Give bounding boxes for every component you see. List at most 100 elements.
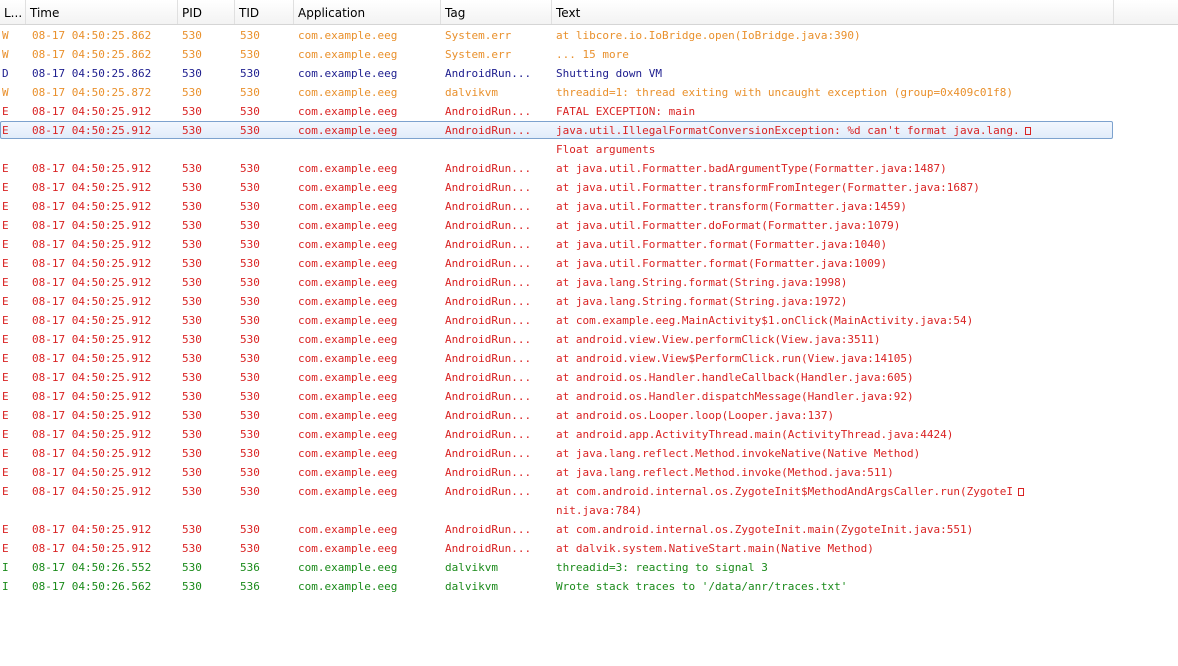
column-header-time[interactable]: Time [26, 0, 178, 24]
log-tag: AndroidRun... [445, 121, 550, 140]
log-application-value: com.example.eeg [298, 428, 398, 441]
log-application: com.example.eeg [298, 368, 438, 387]
log-tag-value: AndroidRun... [445, 409, 532, 422]
log-row[interactable]: E 08-17 04:50:25.912 530 530 com.example.eeg… [0, 463, 1178, 482]
log-row[interactable]: E 08-17 04:50:25.912 530 530 com.example.eeg… [0, 482, 1178, 501]
log-tag-value: System.err [445, 48, 512, 61]
log-row[interactable]: W 08-17 04:50:25.872 530 530 com.example.eeg… [0, 83, 1178, 102]
log-text-value: Shutting down VM [556, 67, 662, 80]
log-tag-value: AndroidRun... [445, 162, 532, 175]
log-level-value: E [2, 371, 9, 384]
log-row-selected[interactable]: E 08-17 04:50:25.912 530 530 com.example.eeg… [0, 121, 1178, 140]
log-row[interactable]: E 08-17 04:50:25.912 530 530 com.example.eeg… [0, 102, 1178, 121]
log-row[interactable]: E 08-17 04:50:25.912 530 530 com.example.eeg… [0, 197, 1178, 216]
log-time: 08-17 04:50:26.552 [32, 558, 178, 577]
log-row[interactable]: E 08-17 04:50:25.912 530 530 com.example.eeg… [0, 159, 1178, 178]
log-row[interactable]: E 08-17 04:50:25.912 530 530 com.example.eeg… [0, 349, 1178, 368]
log-time-value: 08-17 04:50:25.912 [32, 295, 152, 308]
log-row[interactable]: E 08-17 04:50:25.912 530 530 com.example.eeg… [0, 273, 1178, 292]
log-row[interactable]: W 08-17 04:50:25.862 530 530 com.example.eeg… [0, 26, 1178, 45]
log-pid: 530 [182, 482, 232, 501]
log-text-value: at libcore.io.IoBridge.open(IoBridge.jav… [556, 29, 861, 42]
log-level-value: E [2, 124, 9, 137]
log-pid-value: 530 [182, 238, 202, 251]
log-level-value: W [2, 29, 9, 42]
log-tid-value: 530 [240, 466, 260, 479]
log-tid: 530 [240, 539, 290, 558]
column-header-tag[interactable]: Tag [441, 0, 552, 24]
log-tid: 530 [240, 387, 290, 406]
log-text-value: java.util.IllegalFormatConversionExcepti… [556, 124, 1020, 137]
log-row[interactable]: I 08-17 04:50:26.562 530 536 com.example.eeg… [0, 577, 1178, 596]
log-row[interactable]: I 08-17 04:50:26.552 530 536 com.example.eeg… [0, 558, 1178, 577]
log-pid: 530 [182, 311, 232, 330]
column-header-level[interactable]: L... [0, 0, 26, 24]
log-row[interactable]: E 08-17 04:50:25.912 530 530 com.example.eeg… [0, 444, 1178, 463]
log-time-value: 08-17 04:50:25.912 [32, 390, 152, 403]
log-text: Float arguments [556, 140, 1076, 159]
log-row-continuation[interactable]: nit.java:784) [0, 501, 1178, 520]
log-tid-value: 530 [240, 162, 260, 175]
log-row-continuation[interactable]: Float arguments [0, 140, 1178, 159]
log-tag: System.err [445, 45, 550, 64]
log-time: 08-17 04:50:25.912 [32, 254, 178, 273]
log-time-value: 08-17 04:50:25.912 [32, 162, 152, 175]
log-row[interactable]: E 08-17 04:50:25.912 530 530 com.example.eeg… [0, 539, 1178, 558]
log-time-value: 08-17 04:50:25.912 [32, 542, 152, 555]
log-tid: 530 [240, 482, 290, 501]
log-row[interactable]: E 08-17 04:50:25.912 530 530 com.example.eeg… [0, 178, 1178, 197]
wrap-indicator-icon [1017, 488, 1024, 496]
column-header-pid[interactable]: PID [178, 0, 235, 24]
column-header-tid[interactable]: TID [235, 0, 294, 24]
column-header-text[interactable]: Text [552, 0, 1114, 24]
log-application-value: com.example.eeg [298, 523, 398, 536]
log-row[interactable]: E 08-17 04:50:25.912 530 530 com.example.eeg… [0, 425, 1178, 444]
log-tag-value: AndroidRun... [445, 314, 532, 327]
log-tag: AndroidRun... [445, 197, 550, 216]
log-application: com.example.eeg [298, 558, 438, 577]
log-application-value: com.example.eeg [298, 181, 398, 194]
log-row[interactable]: E 08-17 04:50:25.912 530 530 com.example.eeg… [0, 216, 1178, 235]
log-application-value: com.example.eeg [298, 352, 398, 365]
log-row[interactable]: D 08-17 04:50:25.862 530 530 com.example.eeg… [0, 64, 1178, 83]
log-row[interactable]: E 08-17 04:50:25.912 530 530 com.example.eeg… [0, 311, 1178, 330]
log-tag: AndroidRun... [445, 330, 550, 349]
log-tag-value: AndroidRun... [445, 181, 532, 194]
log-application-value: com.example.eeg [298, 200, 398, 213]
log-level: E [2, 539, 22, 558]
log-pid: 530 [182, 273, 232, 292]
log-tid-value: 530 [240, 67, 260, 80]
log-row[interactable]: E 08-17 04:50:25.912 530 530 com.example.eeg… [0, 368, 1178, 387]
log-row[interactable]: E 08-17 04:50:25.912 530 530 com.example.eeg… [0, 254, 1178, 273]
log-tag-value: AndroidRun... [445, 105, 532, 118]
log-level-value: E [2, 200, 9, 213]
log-tag: AndroidRun... [445, 311, 550, 330]
log-tid: 530 [240, 235, 290, 254]
log-pid-value: 530 [182, 67, 202, 80]
log-text-value: at java.util.Formatter.transformFromInte… [556, 181, 980, 194]
log-application-value: com.example.eeg [298, 105, 398, 118]
log-row[interactable]: E 08-17 04:50:25.912 530 530 com.example.eeg… [0, 520, 1178, 539]
log-row[interactable]: W 08-17 04:50:25.862 530 530 com.example.eeg… [0, 45, 1178, 64]
log-application-value: com.example.eeg [298, 295, 398, 308]
log-level-value: E [2, 428, 9, 441]
log-tag-value: AndroidRun... [445, 542, 532, 555]
log-text-value: at android.view.View$PerformClick.run(Vi… [556, 352, 914, 365]
log-text: java.util.IllegalFormatConversionExcepti… [556, 121, 1076, 140]
log-row[interactable]: E 08-17 04:50:25.912 530 530 com.example.eeg… [0, 330, 1178, 349]
log-pid: 530 [182, 520, 232, 539]
log-application: com.example.eeg [298, 254, 438, 273]
log-application: com.example.eeg [298, 406, 438, 425]
log-text: at android.os.Looper.loop(Looper.java:13… [556, 406, 1076, 425]
column-header-application[interactable]: Application [294, 0, 441, 24]
log-row[interactable]: E 08-17 04:50:25.912 530 530 com.example.eeg… [0, 235, 1178, 254]
log-row[interactable]: E 08-17 04:50:25.912 530 530 com.example.eeg… [0, 292, 1178, 311]
log-text: at java.lang.reflect.Method.invoke(Metho… [556, 463, 1076, 482]
log-application: com.example.eeg [298, 121, 438, 140]
log-time: 08-17 04:50:25.912 [32, 235, 178, 254]
log-tid-value: 530 [240, 276, 260, 289]
log-time-value: 08-17 04:50:25.912 [32, 238, 152, 251]
log-row[interactable]: E 08-17 04:50:25.912 530 530 com.example.eeg… [0, 406, 1178, 425]
log-pid: 530 [182, 444, 232, 463]
log-row[interactable]: E 08-17 04:50:25.912 530 530 com.example.eeg… [0, 387, 1178, 406]
